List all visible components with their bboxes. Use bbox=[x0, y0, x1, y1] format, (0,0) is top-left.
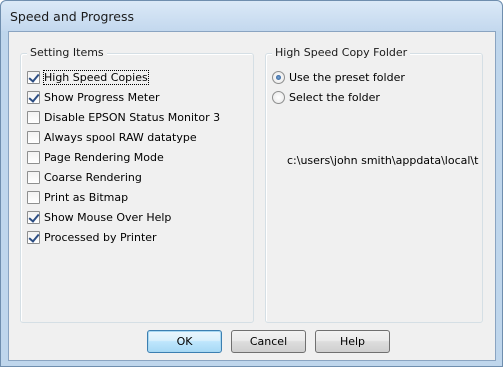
checkbox-show-mouse-over-help[interactable]: Show Mouse Over Help bbox=[27, 209, 171, 225]
checkbox-box[interactable] bbox=[27, 90, 40, 104]
checkbox-show-progress-meter[interactable]: Show Progress Meter bbox=[27, 89, 159, 105]
checkbox-page-rendering-mode[interactable]: Page Rendering Mode bbox=[27, 149, 164, 165]
speed-progress-dialog: Speed and Progress Setting Items High Sp… bbox=[0, 0, 503, 367]
checkbox-box[interactable] bbox=[27, 230, 40, 244]
checkbox-box[interactable] bbox=[27, 210, 40, 224]
checkbox-disable-status-monitor[interactable]: Disable EPSON Status Monitor 3 bbox=[27, 109, 220, 125]
checkbox-box[interactable] bbox=[27, 70, 40, 84]
radio-button[interactable] bbox=[272, 90, 285, 104]
checkbox-box[interactable] bbox=[27, 110, 40, 124]
copy-folder-title: High Speed Copy Folder bbox=[272, 46, 411, 59]
checkbox-label: Page Rendering Mode bbox=[44, 150, 164, 164]
checkbox-print-as-bitmap[interactable]: Print as Bitmap bbox=[27, 189, 128, 205]
checkbox-label: Always spool RAW datatype bbox=[44, 130, 197, 144]
checkbox-label: Disable EPSON Status Monitor 3 bbox=[44, 110, 221, 124]
ok-button[interactable]: OK bbox=[147, 330, 222, 353]
setting-items-group: Setting Items High Speed Copies Show Pro… bbox=[20, 46, 254, 323]
title-bar[interactable]: Speed and Progress bbox=[1, 1, 502, 31]
help-button[interactable]: Help bbox=[315, 330, 390, 353]
radio-button[interactable] bbox=[272, 70, 285, 84]
checkbox-coarse-rendering[interactable]: Coarse Rendering bbox=[27, 169, 142, 185]
dialog-body: Setting Items High Speed Copies Show Pro… bbox=[8, 31, 496, 361]
checkbox-label: High Speed Copies bbox=[43, 69, 149, 85]
radio-select-folder[interactable]: Select the folder bbox=[272, 89, 380, 105]
checkbox-label: Print as Bitmap bbox=[44, 190, 129, 204]
folder-path: c:\users\john smith\appdata\local\temp bbox=[287, 154, 479, 167]
checkbox-box[interactable] bbox=[27, 130, 40, 144]
checkbox-label: Show Progress Meter bbox=[44, 90, 160, 104]
checkbox-box[interactable] bbox=[27, 190, 40, 204]
copy-folder-group: High Speed Copy Folder Use the preset fo… bbox=[265, 46, 483, 323]
checkbox-always-spool-raw[interactable]: Always spool RAW datatype bbox=[27, 129, 197, 145]
checkbox-label: Coarse Rendering bbox=[44, 170, 142, 184]
radio-label: Select the folder bbox=[289, 90, 380, 104]
radio-use-preset-folder[interactable]: Use the preset folder bbox=[272, 69, 405, 85]
checkbox-high-speed-copies[interactable]: High Speed Copies bbox=[27, 69, 149, 85]
cancel-button[interactable]: Cancel bbox=[231, 330, 306, 353]
checkbox-box[interactable] bbox=[27, 150, 40, 164]
checkbox-box[interactable] bbox=[27, 170, 40, 184]
radio-label: Use the preset folder bbox=[289, 70, 405, 84]
setting-items-title: Setting Items bbox=[27, 46, 107, 59]
checkbox-processed-by-printer[interactable]: Processed by Printer bbox=[27, 229, 157, 245]
checkbox-label: Show Mouse Over Help bbox=[44, 210, 172, 224]
checkbox-label: Processed by Printer bbox=[44, 230, 157, 244]
dialog-title: Speed and Progress bbox=[10, 9, 134, 24]
